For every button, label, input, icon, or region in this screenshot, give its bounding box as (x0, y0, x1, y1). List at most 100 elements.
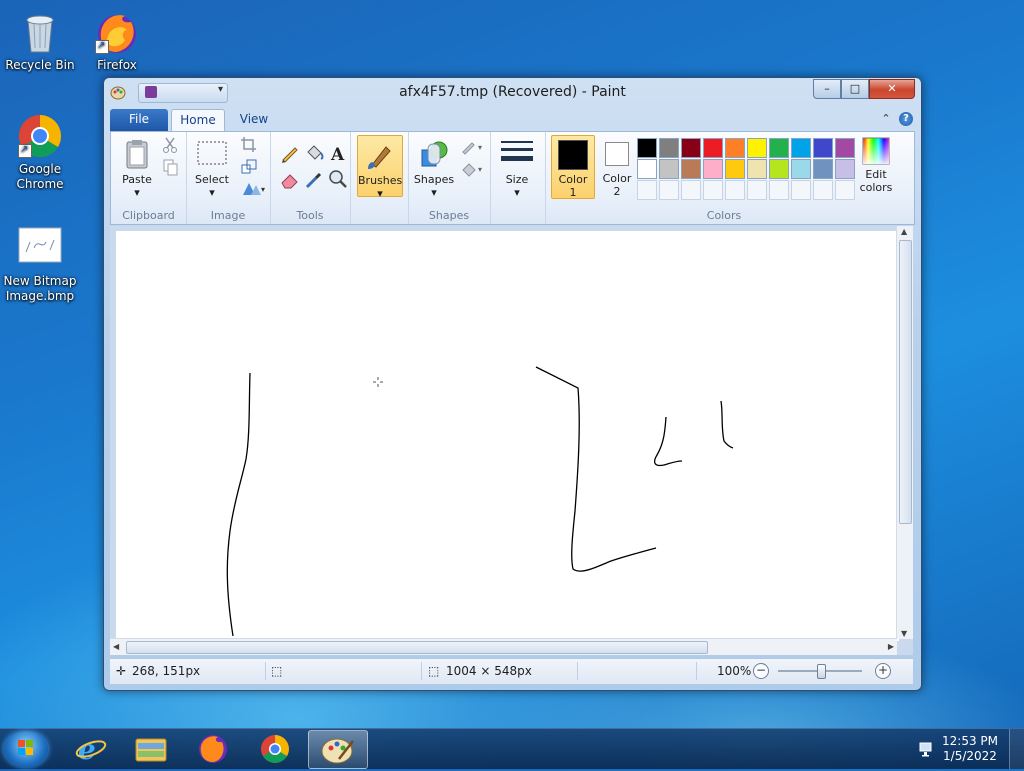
outline-icon[interactable]: ▾ (460, 138, 486, 156)
palette-swatch[interactable] (835, 159, 855, 179)
select-button[interactable]: Select ▾ (190, 138, 234, 199)
palette-swatch[interactable] (659, 159, 679, 179)
desktop-icon-firefox[interactable]: Firefox (77, 8, 157, 73)
taskbar-paint[interactable] (308, 730, 368, 769)
crosshair-cursor-icon (373, 377, 383, 387)
palette-swatch[interactable] (769, 159, 789, 179)
horizontal-scrollbar[interactable]: ◀ ▶ (110, 638, 897, 655)
custom-color-slot[interactable] (659, 180, 679, 200)
scroll-right-icon[interactable]: ▶ (888, 642, 894, 651)
paste-dropdown-icon[interactable]: ▾ (117, 186, 157, 199)
help-icon[interactable]: ? (899, 112, 913, 126)
crop-icon[interactable] (240, 136, 258, 154)
zoom-in-button[interactable]: + (875, 663, 891, 679)
drawing-canvas[interactable] (116, 231, 899, 641)
cut-icon[interactable] (161, 136, 179, 154)
palette-swatch[interactable] (703, 138, 723, 158)
tab-home[interactable]: Home (171, 109, 225, 132)
start-orb-icon[interactable] (4, 731, 48, 767)
palette-swatch[interactable] (681, 138, 701, 158)
taskbar-ie[interactable]: e (62, 730, 120, 767)
minimize-button[interactable]: – (813, 79, 841, 99)
resize-icon[interactable] (240, 158, 258, 176)
system-clock[interactable]: 12:53 PM 1/5/2022 (942, 734, 998, 764)
vertical-scrollbar[interactable]: ▲ ▼ (896, 226, 913, 639)
fill-icon[interactable]: ▾ (460, 160, 486, 178)
scroll-left-icon[interactable]: ◀ (113, 642, 119, 651)
title-bar[interactable]: ▾ afx4F57.tmp (Recovered) - Paint – □ ✕ (104, 78, 921, 106)
palette-swatch[interactable] (791, 159, 811, 179)
custom-color-slot[interactable] (769, 180, 789, 200)
palette-swatch[interactable] (725, 159, 745, 179)
paste-button[interactable]: Paste ▾ (117, 138, 157, 199)
shapes-dropdown-icon[interactable]: ▾ (412, 186, 456, 199)
vertical-scroll-thumb[interactable] (899, 240, 912, 524)
brushes-dropdown-icon[interactable]: ▾ (358, 187, 402, 200)
rotate-icon[interactable]: ▾ (240, 180, 266, 198)
custom-color-slot[interactable] (813, 180, 833, 200)
custom-color-slot[interactable] (725, 180, 745, 200)
paint-window[interactable]: ▾ afx4F57.tmp (Recovered) - Paint – □ ✕ … (103, 77, 922, 691)
svg-text:e: e (78, 733, 96, 766)
palette-swatch[interactable] (769, 138, 789, 158)
zoom-slider-thumb[interactable] (817, 664, 826, 679)
size-button[interactable]: Size ▾ (496, 138, 538, 199)
tools-group: A Tools (270, 132, 351, 224)
palette-swatch[interactable] (725, 138, 745, 158)
eraser-icon[interactable] (279, 168, 301, 190)
close-button[interactable]: ✕ (869, 79, 915, 99)
taskbar-firefox[interactable] (184, 730, 242, 767)
network-icon[interactable] (918, 740, 936, 758)
palette-swatch[interactable] (637, 138, 657, 158)
pencil-icon[interactable] (279, 142, 301, 164)
custom-color-slot[interactable] (703, 180, 723, 200)
custom-color-slot[interactable] (747, 180, 767, 200)
desktop-icon-recycle-bin[interactable]: Recycle Bin (0, 8, 80, 73)
desktop-icon-chrome[interactable]: Google Chrome (0, 112, 80, 192)
maximize-button[interactable]: □ (841, 79, 869, 99)
horizontal-scroll-thumb[interactable] (126, 641, 708, 654)
magnifier-icon[interactable] (327, 168, 349, 190)
color1-button[interactable]: Color 1 (551, 135, 595, 199)
status-divider (265, 662, 266, 680)
palette-swatch[interactable] (703, 159, 723, 179)
palette-swatch[interactable] (659, 138, 679, 158)
palette-swatch[interactable] (791, 138, 811, 158)
color-picker-icon[interactable] (303, 168, 325, 190)
size-label: Size (505, 173, 529, 186)
shapes-button[interactable]: Shapes ▾ (412, 138, 456, 199)
custom-color-slot[interactable] (835, 180, 855, 200)
palette-swatch[interactable] (637, 159, 657, 179)
taskbar-explorer[interactable] (122, 730, 180, 767)
select-dropdown-icon[interactable]: ▾ (190, 186, 234, 199)
svg-text:▾: ▾ (478, 165, 482, 174)
text-tool-icon[interactable]: A (327, 142, 349, 165)
edit-colors-button[interactable]: Edit colors (853, 137, 899, 194)
window-controls: – □ ✕ (813, 79, 915, 99)
zoom-out-button[interactable]: − (753, 663, 769, 679)
palette-swatch[interactable] (747, 138, 767, 158)
tab-view[interactable]: View (228, 109, 280, 131)
palette-swatch[interactable] (747, 159, 767, 179)
palette-swatch[interactable] (835, 138, 855, 158)
copy-icon[interactable] (161, 158, 179, 176)
custom-color-slot[interactable] (637, 180, 657, 200)
tab-file[interactable]: File (110, 109, 168, 131)
taskbar-chrome[interactable] (246, 730, 304, 767)
custom-color-slot[interactable] (681, 180, 701, 200)
size-dropdown-icon[interactable]: ▾ (496, 186, 538, 199)
palette-swatch[interactable] (681, 159, 701, 179)
show-desktop-button[interactable] (1009, 729, 1024, 769)
fill-bucket-icon[interactable] (303, 142, 325, 164)
minimize-ribbon-icon[interactable]: ⌃ (879, 112, 893, 126)
select-label: Select (195, 173, 229, 186)
palette-swatch[interactable] (813, 159, 833, 179)
brush-icon (364, 139, 396, 171)
scroll-up-icon[interactable]: ▲ (901, 227, 907, 236)
scroll-down-icon[interactable]: ▼ (901, 629, 907, 638)
color2-button[interactable]: Color 2 (597, 135, 637, 198)
brushes-button[interactable]: Brushes ▾ (357, 135, 403, 200)
custom-color-slot[interactable] (791, 180, 811, 200)
desktop-icon-bitmap[interactable]: New Bitmap Image.bmp (0, 224, 80, 304)
palette-swatch[interactable] (813, 138, 833, 158)
